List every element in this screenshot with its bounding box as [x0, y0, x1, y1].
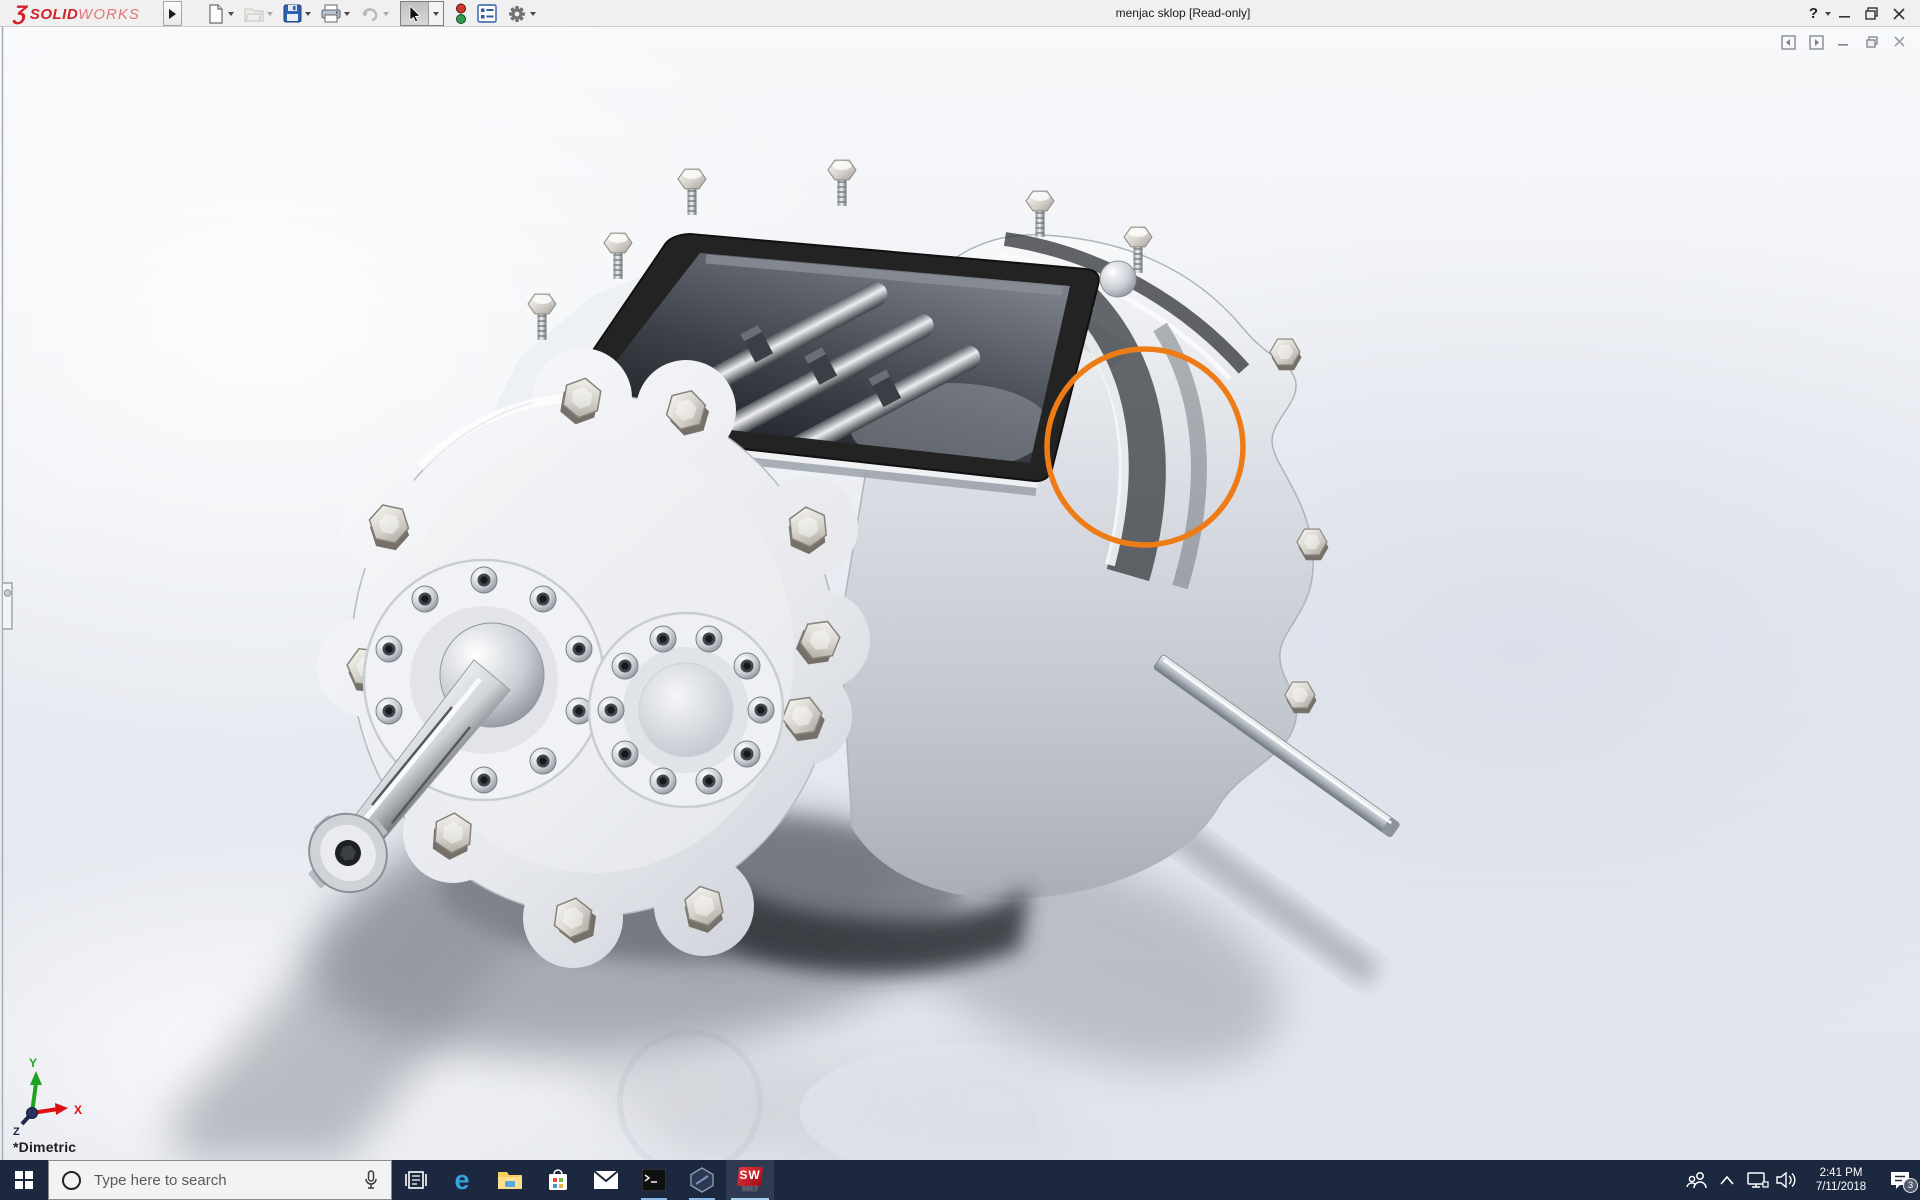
document-window-controls — [1778, 33, 1910, 51]
print-icon — [321, 4, 341, 23]
file-properties-icon — [477, 4, 497, 23]
taskbar: Type here to search e SW 2017 — [0, 1160, 1920, 1200]
solidworks-logo: ƷSOLIDWORKS — [14, 2, 140, 26]
taskbar-clock[interactable]: 2:41 PM 7/11/2018 — [1808, 1166, 1874, 1194]
save-dropdown-caret[interactable] — [305, 12, 311, 16]
pane-back-button[interactable] — [1778, 33, 1798, 51]
close-button[interactable] — [1885, 0, 1912, 27]
menu-flyout-button[interactable] — [163, 1, 182, 26]
solidworks-window: ƷSOLIDWORKS — [0, 0, 1920, 1200]
rebuild-trafficlight-icon — [455, 3, 467, 25]
windows-logo-icon — [15, 1171, 33, 1189]
model-render[interactable]: Y X Z — [0, 27, 1920, 1160]
select-dropdown[interactable] — [428, 2, 443, 25]
pane-forward-button[interactable] — [1806, 33, 1826, 51]
document-title: menjac sklop [Read-only] — [1116, 6, 1251, 20]
command-prompt-icon — [642, 1169, 666, 1191]
file-properties-button[interactable] — [474, 1, 500, 26]
options-button[interactable] — [504, 1, 539, 26]
window-controls: ? — [1805, 0, 1912, 27]
new-document-button[interactable] — [204, 1, 237, 26]
select-dropdown-caret — [433, 12, 439, 16]
cortana-icon — [62, 1171, 81, 1190]
view-orientation-label: *Dimetric — [13, 1139, 76, 1155]
taskbar-mail[interactable] — [582, 1160, 630, 1200]
print-button[interactable] — [318, 1, 353, 26]
triad-y-label: Y — [29, 1056, 37, 1070]
hexagon-app-icon — [689, 1167, 715, 1193]
solidworks-2017-icon: SW 2017 — [737, 1167, 763, 1193]
edge-icon: e — [454, 1167, 469, 1194]
taskbar-edge[interactable]: e — [438, 1160, 486, 1200]
select-cursor-icon[interactable] — [401, 2, 428, 25]
doc-restore-button[interactable] — [1862, 33, 1882, 51]
flyout-arrow-icon — [169, 9, 176, 19]
mail-icon — [593, 1170, 619, 1190]
rebuild-button[interactable] — [452, 1, 470, 26]
search-input[interactable]: Type here to search — [48, 1160, 392, 1200]
undo-arrow-icon — [360, 5, 380, 23]
open-folder-icon — [244, 5, 264, 23]
action-center-button[interactable]: 3 — [1880, 1160, 1920, 1200]
chevron-up-icon — [1720, 1176, 1734, 1185]
microphone-icon[interactable] — [363, 1170, 379, 1190]
search-placeholder: Type here to search — [94, 1172, 363, 1189]
taskbar-hexagon-app[interactable] — [678, 1160, 726, 1200]
speaker-icon — [1776, 1171, 1798, 1189]
doc-close-button[interactable] — [1890, 33, 1910, 51]
new-dropdown-caret[interactable] — [228, 12, 234, 16]
network-button[interactable] — [1742, 1160, 1772, 1200]
volume-button[interactable] — [1772, 1160, 1802, 1200]
doc-minimize-button[interactable] — [1834, 33, 1854, 51]
system-tray: 2:41 PM 7/11/2018 3 — [1682, 1160, 1920, 1200]
save-floppy-icon — [283, 4, 302, 23]
triad-x-label: X — [74, 1103, 82, 1117]
start-button[interactable] — [0, 1160, 48, 1200]
people-icon — [1686, 1171, 1708, 1189]
options-dropdown-caret[interactable] — [530, 12, 536, 16]
undo-dropdown-caret[interactable] — [383, 12, 389, 16]
restore-button[interactable] — [1858, 0, 1885, 27]
undo-button[interactable] — [357, 1, 392, 26]
print-dropdown-caret[interactable] — [344, 12, 350, 16]
triad-z-label: Z — [13, 1126, 20, 1138]
task-view-icon — [404, 1169, 428, 1191]
new-document-icon — [207, 4, 225, 24]
open-button[interactable] — [241, 1, 276, 26]
file-explorer-icon — [497, 1169, 523, 1191]
help-button[interactable]: ? — [1805, 5, 1822, 22]
open-dropdown-caret[interactable] — [267, 12, 273, 16]
microsoft-store-icon — [546, 1168, 570, 1192]
taskbar-file-explorer[interactable] — [486, 1160, 534, 1200]
task-view-button[interactable] — [392, 1160, 440, 1200]
select-tool-button[interactable] — [400, 1, 444, 26]
clock-date: 7/11/2018 — [1808, 1180, 1874, 1194]
tray-overflow-button[interactable] — [1712, 1160, 1742, 1200]
graphics-area[interactable]: Y X Z *Dimetric — [0, 27, 1920, 1160]
quick-access-toolbar — [204, 1, 543, 26]
clock-time: 2:41 PM — [1808, 1166, 1874, 1180]
taskbar-solidworks[interactable]: SW 2017 — [726, 1160, 774, 1200]
options-gear-icon — [507, 4, 527, 24]
taskbar-command-prompt[interactable] — [630, 1160, 678, 1200]
minimize-button[interactable] — [1831, 0, 1858, 27]
save-button[interactable] — [280, 1, 314, 26]
taskbar-store[interactable] — [534, 1160, 582, 1200]
people-button[interactable] — [1682, 1160, 1712, 1200]
network-icon — [1745, 1171, 1769, 1189]
titlebar: ƷSOLIDWORKS — [0, 0, 1920, 27]
solidworks-logo-mark: Ʒ — [13, 2, 28, 26]
notification-badge: 3 — [1903, 1178, 1918, 1193]
